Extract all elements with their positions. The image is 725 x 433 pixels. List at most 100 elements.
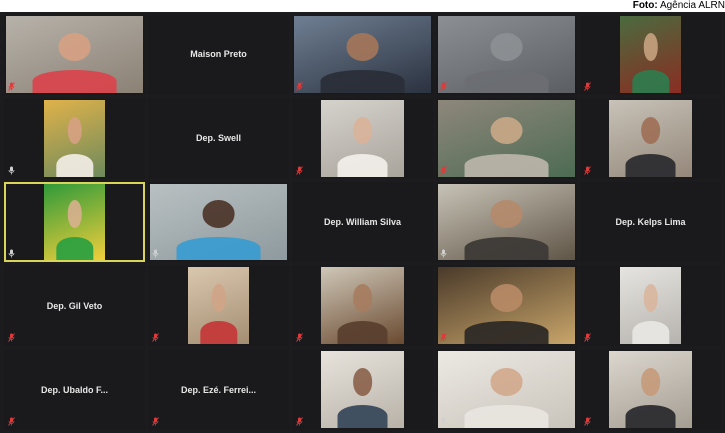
participant-video <box>438 16 575 93</box>
participant-video <box>321 267 404 345</box>
participant-body <box>55 153 94 177</box>
participant-tile[interactable]: Dep. Swell <box>148 97 289 179</box>
muted-mic-icon <box>440 333 447 342</box>
participant-tile[interactable] <box>580 14 721 95</box>
participant-head <box>352 284 373 312</box>
participant-tile[interactable]: Dep. Ezé. Ferrei... <box>148 349 289 430</box>
participant-video <box>609 351 692 428</box>
photo-credit-label: Foto: <box>632 0 658 11</box>
muted-mic-icon <box>296 82 303 91</box>
participant-body <box>464 153 549 177</box>
participant-head <box>643 284 658 312</box>
participant-body <box>337 321 388 345</box>
participant-tile[interactable] <box>4 14 145 95</box>
participant-video <box>321 99 404 177</box>
mic-icon <box>8 166 15 175</box>
participant-name: Maison Preto <box>190 49 247 60</box>
participant-head <box>490 284 523 312</box>
participant-body <box>337 153 388 177</box>
muted-mic-icon <box>8 417 15 426</box>
muted-mic-icon <box>584 417 591 426</box>
participant-tile[interactable] <box>292 97 433 179</box>
participant-tile-active-speaker[interactable] <box>4 181 145 263</box>
participant-video <box>609 99 692 177</box>
participant-tile[interactable] <box>436 181 577 263</box>
muted-mic-icon <box>296 417 303 426</box>
participant-head <box>346 32 379 61</box>
participant-name: Dep. Gil Veto <box>46 300 103 311</box>
participant-video <box>44 183 105 261</box>
participant-video <box>188 267 249 345</box>
participant-body <box>464 69 549 93</box>
participant-tile[interactable] <box>436 349 577 430</box>
participant-body <box>631 69 670 93</box>
participant-body <box>625 404 676 428</box>
mic-icon <box>152 249 159 258</box>
participant-body <box>176 237 261 261</box>
muted-mic-icon <box>152 417 159 426</box>
participant-head <box>643 32 658 61</box>
participant-name: Dep. Ubaldo F... <box>40 384 108 395</box>
participant-head <box>640 368 661 396</box>
participant-head <box>490 200 523 229</box>
participant-head <box>490 368 523 396</box>
participant-name: Dep. Kelps Lima <box>615 216 686 227</box>
participant-video <box>620 267 681 345</box>
participant-tile[interactable] <box>580 349 721 430</box>
muted-mic-icon <box>296 165 303 175</box>
participant-body <box>625 153 676 177</box>
muted-mic-icon <box>152 333 159 342</box>
participant-tile[interactable] <box>148 181 289 263</box>
participant-body <box>337 404 388 428</box>
photo-credit: Foto: Agência ALRN <box>633 0 725 12</box>
participant-tile[interactable] <box>292 14 433 95</box>
participant-head <box>202 200 235 229</box>
participant-body <box>464 321 549 345</box>
participant-video <box>321 351 404 428</box>
participant-tile[interactable]: Dep. Ubaldo F... <box>4 349 145 430</box>
participant-video <box>620 16 681 93</box>
mic-icon <box>440 249 447 258</box>
participant-video <box>438 351 575 428</box>
participant-tile[interactable] <box>436 14 577 95</box>
participant-tile[interactable]: Maison Preto <box>148 14 289 95</box>
muted-mic-icon <box>8 333 15 342</box>
participant-body <box>464 404 549 428</box>
participant-body <box>320 69 405 93</box>
participant-tile[interactable]: Dep. William Silva <box>292 181 433 263</box>
participant-tile[interactable] <box>580 97 721 179</box>
participant-body <box>631 321 670 345</box>
participant-video <box>438 267 575 345</box>
mic-icon <box>440 417 447 426</box>
participant-head <box>58 32 91 61</box>
participant-video <box>6 16 143 93</box>
participant-name: Dep. William Silva <box>324 216 401 227</box>
participant-tile[interactable] <box>436 97 577 179</box>
muted-mic-icon <box>440 82 447 91</box>
muted-mic-icon <box>584 333 591 342</box>
participant-tile[interactable]: Dep. Gil Veto <box>4 265 145 347</box>
participant-video <box>294 16 431 93</box>
muted-mic-icon <box>8 82 15 91</box>
participant-tile[interactable] <box>436 265 577 347</box>
mic-icon <box>8 249 15 258</box>
participant-tile[interactable] <box>292 349 433 430</box>
participant-video <box>150 183 287 261</box>
participant-name: Dep. Swell <box>195 133 241 144</box>
muted-mic-icon <box>584 82 591 91</box>
participant-body <box>32 69 117 93</box>
participant-video <box>438 183 575 261</box>
muted-mic-icon <box>296 333 303 342</box>
participant-tile[interactable] <box>4 97 145 179</box>
participant-head <box>490 32 523 61</box>
participant-tile[interactable] <box>580 265 721 347</box>
photo-credit-source: Agência ALRN <box>659 0 725 11</box>
participant-head <box>67 200 82 229</box>
participant-tile[interactable] <box>292 265 433 347</box>
participant-tile[interactable]: Dep. Kelps Lima <box>580 181 721 263</box>
muted-mic-icon <box>584 165 591 175</box>
participant-body <box>199 321 238 345</box>
participant-body <box>464 237 549 261</box>
participant-tile[interactable] <box>148 265 289 347</box>
participant-head <box>352 116 373 145</box>
